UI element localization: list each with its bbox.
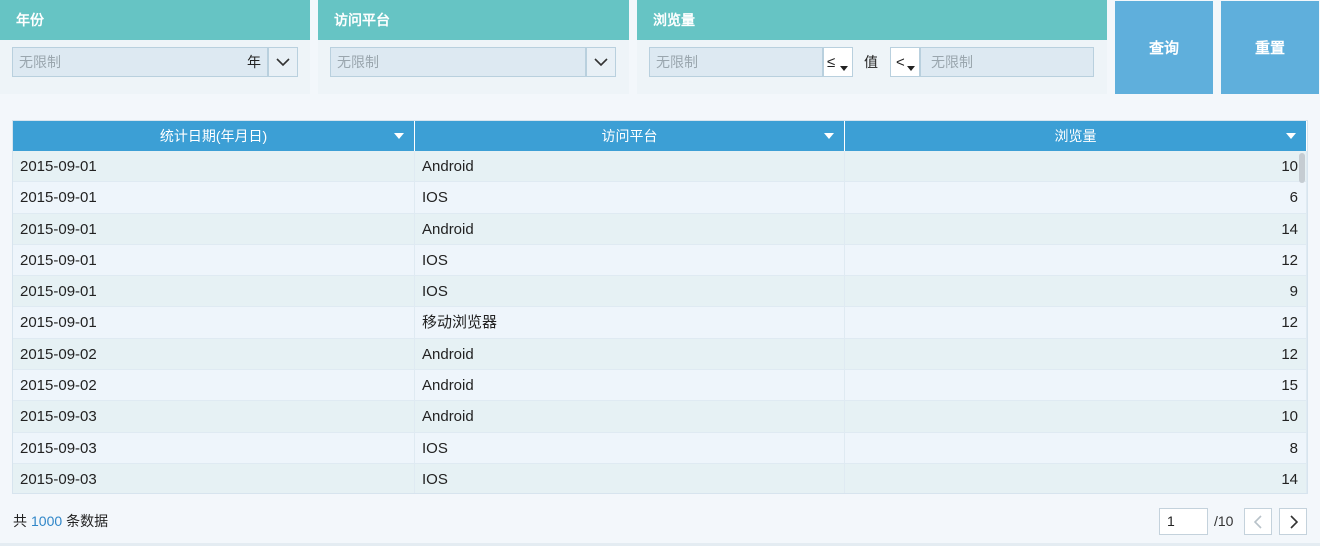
cell-views: 12 bbox=[845, 307, 1307, 339]
vertical-scrollbar[interactable] bbox=[1299, 153, 1305, 183]
data-table: 统计日期(年月日) 访问平台 浏览量 2015-09-01 Android 10 2… bbox=[12, 120, 1308, 494]
table-row[interactable]: 2015-09-01 IOS 12 bbox=[13, 244, 1307, 277]
views-min-operator[interactable]: ≤ bbox=[823, 47, 853, 77]
chevron-down-icon bbox=[276, 57, 290, 66]
cell-views: 10 bbox=[845, 151, 1307, 182]
column-header-views-label: 浏览量 bbox=[1054, 128, 1097, 144]
table-row[interactable]: 2015-09-02 Android 15 bbox=[13, 370, 1307, 402]
table-row[interactable]: 2015-09-02 Android 12 bbox=[13, 338, 1307, 371]
cell-date: 2015-09-01 bbox=[13, 307, 415, 339]
reset-button[interactable]: 重置 bbox=[1221, 1, 1319, 94]
cell-views: 12 bbox=[845, 244, 1307, 276]
cell-platform: Android bbox=[415, 370, 845, 402]
sort-caret-icon[interactable] bbox=[824, 133, 834, 139]
cell-date: 2015-09-01 bbox=[13, 182, 415, 214]
chevron-down-icon bbox=[594, 57, 608, 66]
views-max-operator-label: < bbox=[896, 53, 905, 71]
cell-platform: IOS bbox=[415, 182, 845, 214]
year-suffix: 年 bbox=[247, 54, 261, 70]
year-placeholder: 无限制 bbox=[19, 54, 61, 70]
caret-down-icon bbox=[907, 66, 915, 71]
table-row[interactable]: 2015-09-01 IOS 6 bbox=[13, 182, 1307, 214]
value-label: 值 bbox=[864, 54, 878, 70]
table-row[interactable]: 2015-09-01 移动浏览器 12 bbox=[13, 307, 1307, 339]
views-filter-label: 浏览量 bbox=[637, 0, 1107, 40]
cell-views: 10 bbox=[845, 401, 1307, 433]
platform-filter-label: 访问平台 bbox=[318, 0, 629, 40]
views-min-placeholder: 无限制 bbox=[656, 54, 698, 70]
cell-views: 6 bbox=[845, 182, 1307, 214]
year-input[interactable]: 无限制 bbox=[12, 47, 268, 77]
query-button[interactable]: 查询 bbox=[1115, 1, 1213, 94]
cell-views: 14 bbox=[845, 463, 1307, 493]
platform-input[interactable]: 无限制 bbox=[330, 47, 586, 77]
sort-caret-icon[interactable] bbox=[1286, 133, 1296, 139]
table-header: 统计日期(年月日) 访问平台 浏览量 bbox=[13, 121, 1307, 151]
column-header-date[interactable]: 统计日期(年月日) bbox=[13, 121, 415, 151]
cell-platform: IOS bbox=[415, 276, 845, 308]
prev-page-button[interactable] bbox=[1244, 508, 1272, 535]
table-row[interactable]: 2015-09-03 IOS 8 bbox=[13, 432, 1307, 464]
views-max-input[interactable]: 无限制 bbox=[920, 47, 1094, 77]
sort-caret-icon[interactable] bbox=[394, 133, 404, 139]
total-prefix: 共 bbox=[13, 513, 27, 529]
cell-views: 14 bbox=[845, 213, 1307, 245]
cell-date: 2015-09-02 bbox=[13, 370, 415, 402]
cell-date: 2015-09-01 bbox=[13, 244, 415, 276]
chevron-left-icon bbox=[1253, 514, 1262, 529]
caret-down-icon bbox=[840, 66, 848, 71]
total-count: 1000 bbox=[31, 513, 63, 529]
total-suffix: 条数据 bbox=[66, 513, 109, 529]
table-row[interactable]: 2015-09-01 IOS 9 bbox=[13, 276, 1307, 308]
table-row[interactable]: 2015-09-03 IOS 14 bbox=[13, 463, 1307, 493]
column-header-platform[interactable]: 访问平台 bbox=[415, 121, 845, 151]
column-header-views[interactable]: 浏览量 bbox=[845, 121, 1307, 151]
column-header-platform-label: 访问平台 bbox=[601, 128, 658, 144]
views-max-operator[interactable]: < bbox=[890, 47, 920, 77]
total-count-text: 共 1000 条数据 bbox=[13, 511, 108, 531]
year-filter-label: 年份 bbox=[0, 0, 310, 40]
cell-date: 2015-09-01 bbox=[13, 213, 415, 245]
views-max-placeholder: 无限制 bbox=[931, 54, 973, 70]
cell-platform: Android bbox=[415, 338, 845, 370]
cell-date: 2015-09-01 bbox=[13, 276, 415, 308]
page-total: /10 bbox=[1214, 513, 1234, 529]
cell-platform: Android bbox=[415, 213, 845, 245]
cell-platform: IOS bbox=[415, 432, 845, 464]
cell-platform: Android bbox=[415, 401, 845, 433]
table-row[interactable]: 2015-09-01 Android 10 bbox=[13, 151, 1307, 183]
cell-platform: Android bbox=[415, 151, 845, 182]
cell-date: 2015-09-02 bbox=[13, 338, 415, 370]
page-number-input[interactable]: 1 bbox=[1159, 508, 1208, 535]
table-row[interactable]: 2015-09-01 Android 14 bbox=[13, 213, 1307, 245]
cell-views: 12 bbox=[845, 338, 1307, 370]
next-page-button[interactable] bbox=[1279, 508, 1307, 535]
cell-views: 15 bbox=[845, 370, 1307, 402]
table-row[interactable]: 2015-09-03 Android 10 bbox=[13, 401, 1307, 433]
cell-platform: IOS bbox=[415, 463, 845, 493]
cell-date: 2015-09-03 bbox=[13, 401, 415, 433]
views-min-input[interactable]: 无限制 bbox=[649, 47, 823, 77]
chevron-right-icon bbox=[1289, 514, 1298, 529]
cell-date: 2015-09-03 bbox=[13, 432, 415, 464]
cell-platform: IOS bbox=[415, 244, 845, 276]
year-dropdown-button[interactable] bbox=[268, 47, 298, 77]
platform-dropdown-button[interactable] bbox=[586, 47, 616, 77]
cell-platform: 移动浏览器 bbox=[415, 307, 845, 339]
platform-placeholder: 无限制 bbox=[337, 54, 379, 70]
cell-views: 8 bbox=[845, 432, 1307, 464]
cell-date: 2015-09-03 bbox=[13, 463, 415, 493]
cell-views: 9 bbox=[845, 276, 1307, 308]
column-header-date-label: 统计日期(年月日) bbox=[159, 128, 268, 144]
pagination-bar: 共 1000 条数据 1 /10 bbox=[0, 508, 1320, 535]
views-min-operator-label: ≤ bbox=[827, 53, 836, 71]
cell-date: 2015-09-01 bbox=[13, 151, 415, 182]
